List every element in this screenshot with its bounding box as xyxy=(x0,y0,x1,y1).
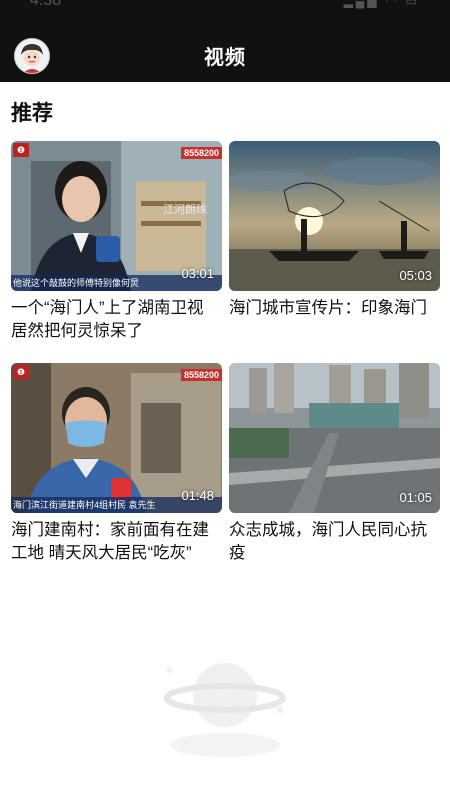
svg-text:江河朗珠: 江河朗珠 xyxy=(163,202,207,216)
video-card[interactable]: 江河朗珠 ❶ 8558200 他说这个敲鼓的师傅特别像何炅 03:01 一个“海… xyxy=(11,141,222,343)
video-thumbnail[interactable]: 江河朗珠 ❶ 8558200 他说这个敲鼓的师傅特别像何炅 03:01 xyxy=(11,141,222,291)
section-title: 推荐 xyxy=(11,102,53,125)
app-header: 视频 xyxy=(0,24,450,82)
video-thumbnail[interactable]: 01:05 xyxy=(229,363,440,513)
status-bar: 4:38 ▂▄▆ ◠ ▭ xyxy=(0,0,450,24)
video-duration: 01:48 xyxy=(181,488,214,503)
video-duration: 03:01 xyxy=(181,266,214,281)
video-card[interactable]: 05:03 海门城市宣传片：印象海门 xyxy=(229,141,440,343)
video-title[interactable]: 海门城市宣传片：印象海门 xyxy=(229,297,440,343)
video-thumbnail[interactable]: 05:03 xyxy=(229,141,440,291)
status-icons: ▂▄▆ ◠ ▭ xyxy=(343,0,420,8)
video-card[interactable]: ❶ 8558200 海门滨江街道建南村4组村民 袁先生 01:48 海门建南村：… xyxy=(11,363,222,565)
video-duration: 05:03 xyxy=(399,268,432,283)
channel-badge: 8558200 xyxy=(180,147,222,159)
status-time: 4:38 xyxy=(30,0,62,9)
video-card[interactable]: 01:05 众志成城，海门人民同心抗疫 xyxy=(229,363,440,565)
video-duration: 01:05 xyxy=(399,490,432,505)
video-title[interactable]: 海门建南村：家前面有在建工地 晴天风大居民“吃灰” xyxy=(11,519,222,565)
video-thumbnail[interactable]: ❶ 8558200 海门滨江街道建南村4组村民 袁先生 01:48 xyxy=(11,363,222,513)
video-title[interactable]: 一个“海门人”上了湖南卫视 居然把何灵惊呆了 xyxy=(11,297,222,343)
channel-logo: ❶ xyxy=(13,143,29,157)
channel-badge: 8558200 xyxy=(180,369,222,381)
video-title[interactable]: 众志成城，海门人民同心抗疫 xyxy=(229,519,440,565)
page-title: 视频 xyxy=(204,47,246,69)
channel-logo: ❶ xyxy=(13,365,29,379)
planet-illustration-icon xyxy=(160,650,290,760)
